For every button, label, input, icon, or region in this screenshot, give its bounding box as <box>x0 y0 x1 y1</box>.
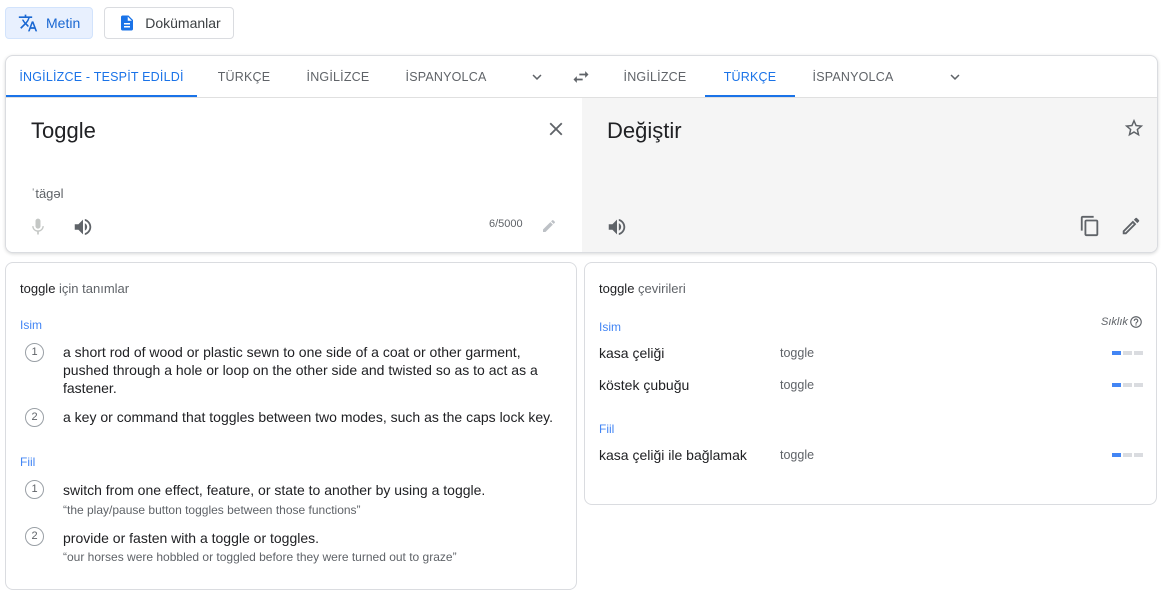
tab-source-english[interactable]: İNGİLİZCE <box>296 56 380 97</box>
frequency-bar <box>1112 453 1143 457</box>
part-of-speech-noun: Isim <box>20 318 42 332</box>
translation-synonym[interactable]: toggle <box>780 346 814 360</box>
swap-languages-icon[interactable] <box>571 67 591 87</box>
definition-number: 1 <box>25 343 44 362</box>
tab-source-turkish[interactable]: TÜRKÇE <box>199 56 289 97</box>
listen-source-speaker-icon[interactable] <box>72 216 94 238</box>
definition-text: a short rod of wood or plastic sewn to o… <box>63 344 538 396</box>
text-mode-button[interactable]: Metin <box>5 7 94 39</box>
definition-number: 1 <box>25 480 44 499</box>
copy-translation-icon[interactable] <box>1079 215 1101 237</box>
tab-target-turkish[interactable]: TÜRKÇE <box>705 56 795 97</box>
microphone-icon[interactable] <box>28 217 48 237</box>
definition-text: a key or command that toggles between tw… <box>63 409 553 425</box>
definition-number: 2 <box>25 408 44 427</box>
save-translation-star-icon[interactable] <box>1123 117 1145 139</box>
tab-target-english[interactable]: İNGİLİZCE <box>610 56 700 97</box>
source-language-chevron-down-icon[interactable] <box>528 68 546 86</box>
documents-mode-button[interactable]: Dokümanlar <box>104 7 234 39</box>
definition-example: “our horses were hobbled or toggled befo… <box>63 550 457 564</box>
translate-card: İNGİLİZCE - TESPİT EDİLDİ TÜRKÇE İNGİLİZ… <box>5 55 1158 253</box>
translation-synonym[interactable]: toggle <box>780 378 814 392</box>
text-mode-label: Metin <box>46 15 81 31</box>
mode-bar: Metin Dokümanlar <box>5 7 234 39</box>
target-pane: Değiştir <box>582 98 1157 252</box>
part-of-speech-noun: Isim <box>599 320 621 334</box>
definition-example: “the play/pause button toggles between t… <box>63 503 361 517</box>
target-language-chevron-down-icon[interactable] <box>946 68 964 86</box>
transliteration: ˈtägəl <box>31 186 64 201</box>
language-bar: İNGİLİZCE - TESPİT EDİLDİ TÜRKÇE İNGİLİZ… <box>6 56 1157 98</box>
help-icon[interactable] <box>1129 315 1143 329</box>
translation-output: Değiştir <box>607 118 682 143</box>
tab-source-detected[interactable]: İNGİLİZCE - TESPİT EDİLDİ <box>6 56 197 97</box>
documents-mode-label: Dokümanlar <box>145 15 221 31</box>
source-pane[interactable]: Toggle ˈtägəl 6/5000 <box>6 98 582 252</box>
handwriting-pen-icon[interactable] <box>541 218 557 234</box>
clear-source-close-icon[interactable] <box>545 118 567 140</box>
document-icon <box>117 13 137 33</box>
definitions-heading: toggle için tanımlar <box>20 281 130 296</box>
tab-target-spanish[interactable]: İSPANYOLCA <box>803 56 903 97</box>
translation-word[interactable]: kasa çeliği ile bağlamak <box>599 447 747 463</box>
part-of-speech-verb: Fiil <box>599 422 615 436</box>
frequency-bar <box>1112 351 1143 355</box>
translation-word[interactable]: kasa çeliği <box>599 345 664 361</box>
translation-word[interactable]: köstek çubuğu <box>599 377 689 393</box>
definitions-card: toggle için tanımlar Isim 1 a short rod … <box>5 262 577 590</box>
definition-text: switch from one effect, feature, or stat… <box>63 482 486 498</box>
translations-card: toggle çevirileri Sıklık Isim kasa çeliğ… <box>584 262 1157 505</box>
frequency-bar <box>1112 383 1143 387</box>
frequency-label: Sıklık <box>1101 316 1128 328</box>
listen-translation-speaker-icon[interactable] <box>606 216 628 238</box>
definition-text: provide or fasten with a toggle or toggl… <box>63 530 320 546</box>
character-counter: 6/5000 <box>489 218 523 230</box>
tab-source-spanish[interactable]: İSPANYOLCA <box>396 56 496 97</box>
translation-synonym[interactable]: toggle <box>780 448 814 462</box>
part-of-speech-verb: Fiil <box>20 455 36 469</box>
definition-number: 2 <box>25 527 44 546</box>
source-text-input[interactable]: Toggle <box>31 118 96 144</box>
translate-icon <box>18 13 38 33</box>
suggest-edit-pen-icon[interactable] <box>1120 215 1142 237</box>
translations-heading: toggle çevirileri <box>599 281 686 296</box>
